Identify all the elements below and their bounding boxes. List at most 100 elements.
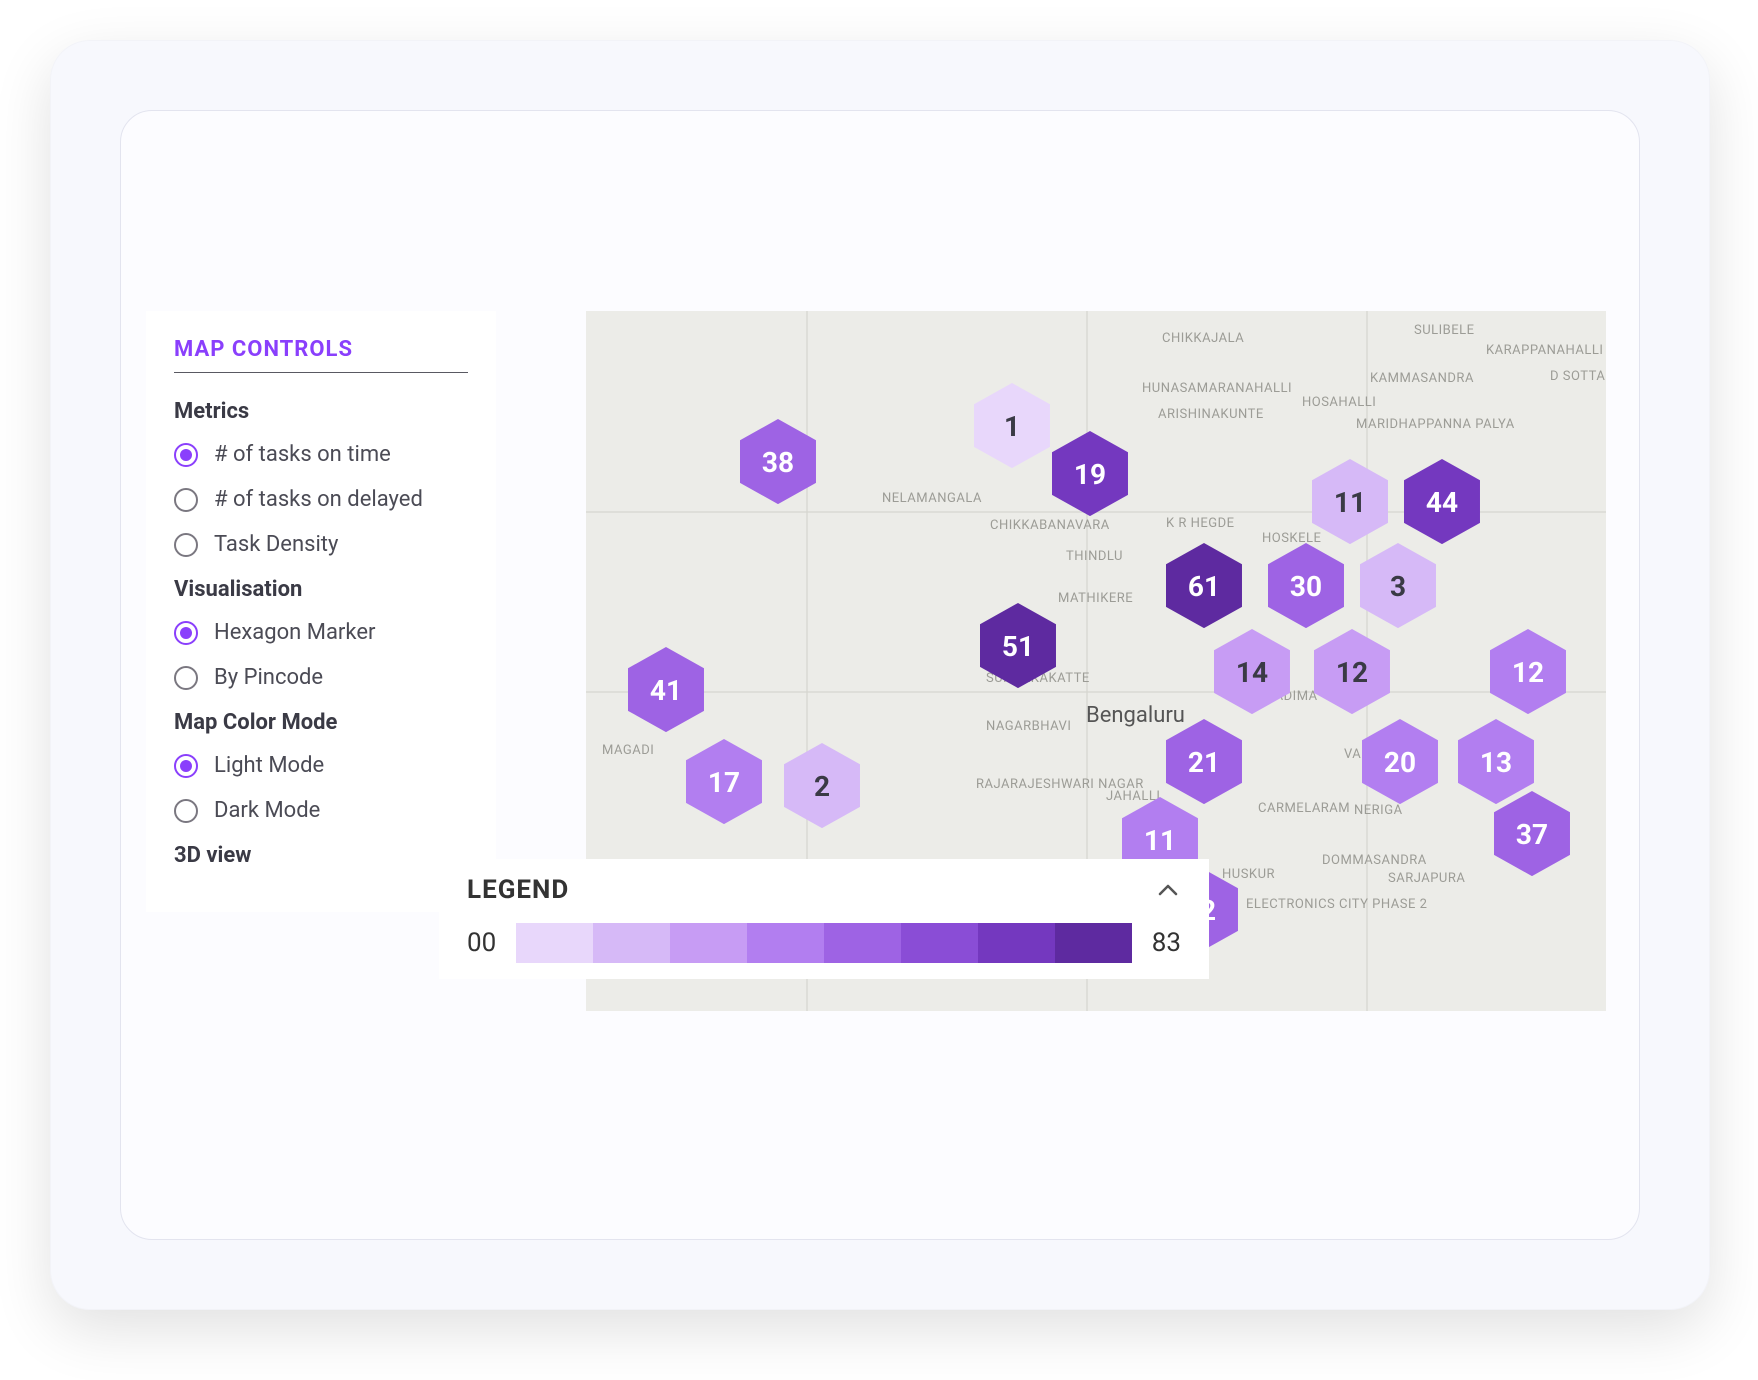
hex-value: 41 [650, 674, 682, 707]
content-card: MAP CONTROLS Metrics # of tasks on time #… [120, 110, 1640, 1240]
hex-marker[interactable]: 30 [1268, 543, 1344, 629]
hex-marker[interactable]: 11 [1312, 459, 1388, 545]
map-place-label: Kammasandra [1370, 371, 1474, 386]
hex-marker[interactable]: 44 [1404, 459, 1480, 545]
colormode-option-label: Light Mode [214, 753, 324, 778]
content-area: MAP CONTROLS Metrics # of tasks on time #… [146, 311, 1616, 1021]
hex-value: 3 [1390, 570, 1406, 603]
hex-marker[interactable]: 2 [784, 743, 860, 829]
hex-marker[interactable]: 12 [1314, 629, 1390, 715]
radio-icon [174, 443, 198, 467]
hex-value: 21 [1188, 746, 1220, 779]
hex-value: 17 [708, 766, 740, 799]
map-place-label: Electronics City Phase 2 [1246, 897, 1427, 912]
hex-value: 14 [1236, 656, 1268, 689]
map-place-label: Carmelaram [1258, 801, 1350, 816]
legend-collapse-icon[interactable] [1155, 877, 1181, 903]
visualisation-option-label: Hexagon Marker [214, 620, 375, 645]
map-place-label: Mathikere [1058, 591, 1133, 606]
visualisation-option[interactable]: By Pincode [174, 665, 468, 690]
map-place-label: Karappanahalli [1486, 343, 1603, 358]
metrics-option-label: # of tasks on time [214, 442, 391, 467]
legend-segment [516, 923, 593, 963]
hex-value: 1 [1004, 410, 1020, 443]
metrics-option-label: # of tasks on delayed [214, 487, 423, 512]
metrics-option[interactable]: # of tasks on delayed [174, 487, 468, 512]
hex-value: 12 [1512, 656, 1544, 689]
visualisation-heading: Visualisation [174, 577, 468, 602]
metrics-option[interactable]: Task Density [174, 532, 468, 557]
hex-value: 22 [1184, 894, 1216, 927]
map-controls-title: MAP CONTROLS [174, 337, 468, 373]
map-place-label: D Sottahalli [1550, 369, 1606, 384]
hex-value: 30 [1290, 570, 1322, 603]
colormode-option[interactable]: Dark Mode [174, 798, 468, 823]
radio-icon [174, 666, 198, 690]
three-d-view-heading: 3D view [174, 843, 468, 868]
map-place-label: Hunasamaranahalli [1142, 381, 1292, 396]
legend-segment [901, 923, 978, 963]
hex-marker[interactable]: 61 [1166, 543, 1242, 629]
legend-title: LEGEND [467, 875, 569, 905]
hex-value: 13 [1480, 746, 1512, 779]
hex-marker[interactable]: 17 [686, 739, 762, 825]
metrics-heading: Metrics [174, 399, 468, 424]
hex-marker[interactable]: 37 [1494, 791, 1570, 877]
hex-value: 61 [1188, 570, 1220, 603]
radio-icon [174, 754, 198, 778]
radio-icon [174, 533, 198, 557]
legend-panel: LEGEND 00 83 [439, 859, 1209, 979]
hex-value: 44 [1426, 486, 1458, 519]
map-place-label: K R Hegde [1166, 516, 1235, 531]
legend-color-scale [516, 923, 1132, 963]
hex-marker[interactable]: 21 [1166, 719, 1242, 805]
radio-icon [174, 621, 198, 645]
hex-value: 12 [1336, 656, 1368, 689]
hex-marker[interactable]: 3 [1360, 543, 1436, 629]
map-place-label: Magadi [602, 743, 654, 758]
map-place-label: Neriga [1354, 803, 1403, 818]
hex-value: 19 [1074, 458, 1106, 491]
colormode-option-label: Dark Mode [214, 798, 320, 823]
metrics-option-label: Task Density [214, 532, 338, 557]
map-place-label: Maridhappanna Palya [1356, 417, 1515, 432]
hex-marker[interactable]: 1 [974, 383, 1050, 469]
map-controls-panel: MAP CONTROLS Metrics # of tasks on time #… [146, 311, 496, 912]
visualisation-option-label: By Pincode [214, 665, 323, 690]
hex-marker[interactable]: 19 [1052, 431, 1128, 517]
colormode-option[interactable]: Light Mode [174, 753, 468, 778]
map-place-label: Chikkabanavara [990, 518, 1110, 533]
legend-segment [824, 923, 901, 963]
legend-segment [978, 923, 1055, 963]
map-place-label: Sarjapura [1388, 871, 1465, 886]
map-place-label: Sulibele [1414, 323, 1475, 338]
map-place-label: Dommasandra [1322, 853, 1427, 868]
hex-marker[interactable]: 14 [1214, 629, 1290, 715]
hex-value: 20 [1384, 746, 1416, 779]
hex-value: 11 [1144, 824, 1176, 857]
map-place-label: Arishinakunte [1158, 407, 1264, 422]
map-place-label: Nagarbhavi [986, 719, 1071, 734]
colormode-heading: Map Color Mode [174, 710, 468, 735]
legend-min-value: 00 [467, 928, 496, 958]
hex-marker[interactable]: 12 [1490, 629, 1566, 715]
hex-marker[interactable]: 38 [740, 419, 816, 505]
metrics-option[interactable]: # of tasks on time [174, 442, 468, 467]
hex-marker[interactable]: 51 [980, 603, 1056, 689]
legend-segment [1055, 923, 1132, 963]
map-place-label: Nelamangala [882, 491, 982, 506]
map-place-label: Chikkajala [1162, 331, 1244, 346]
radio-icon [174, 799, 198, 823]
legend-max-value: 83 [1152, 928, 1181, 958]
hex-value: 37 [1516, 818, 1548, 851]
device-frame: MAP CONTROLS Metrics # of tasks on time #… [50, 40, 1710, 1310]
visualisation-option[interactable]: Hexagon Marker [174, 620, 468, 645]
map-place-label: Hosahalli [1302, 395, 1376, 410]
hex-value: 2 [814, 770, 830, 803]
hex-marker[interactable]: 41 [628, 647, 704, 733]
map-place-label: Thindlu [1066, 549, 1123, 564]
legend-segment [747, 923, 824, 963]
hex-value: 38 [762, 446, 794, 479]
hex-value: 51 [1002, 630, 1034, 663]
hex-marker[interactable]: 20 [1362, 719, 1438, 805]
